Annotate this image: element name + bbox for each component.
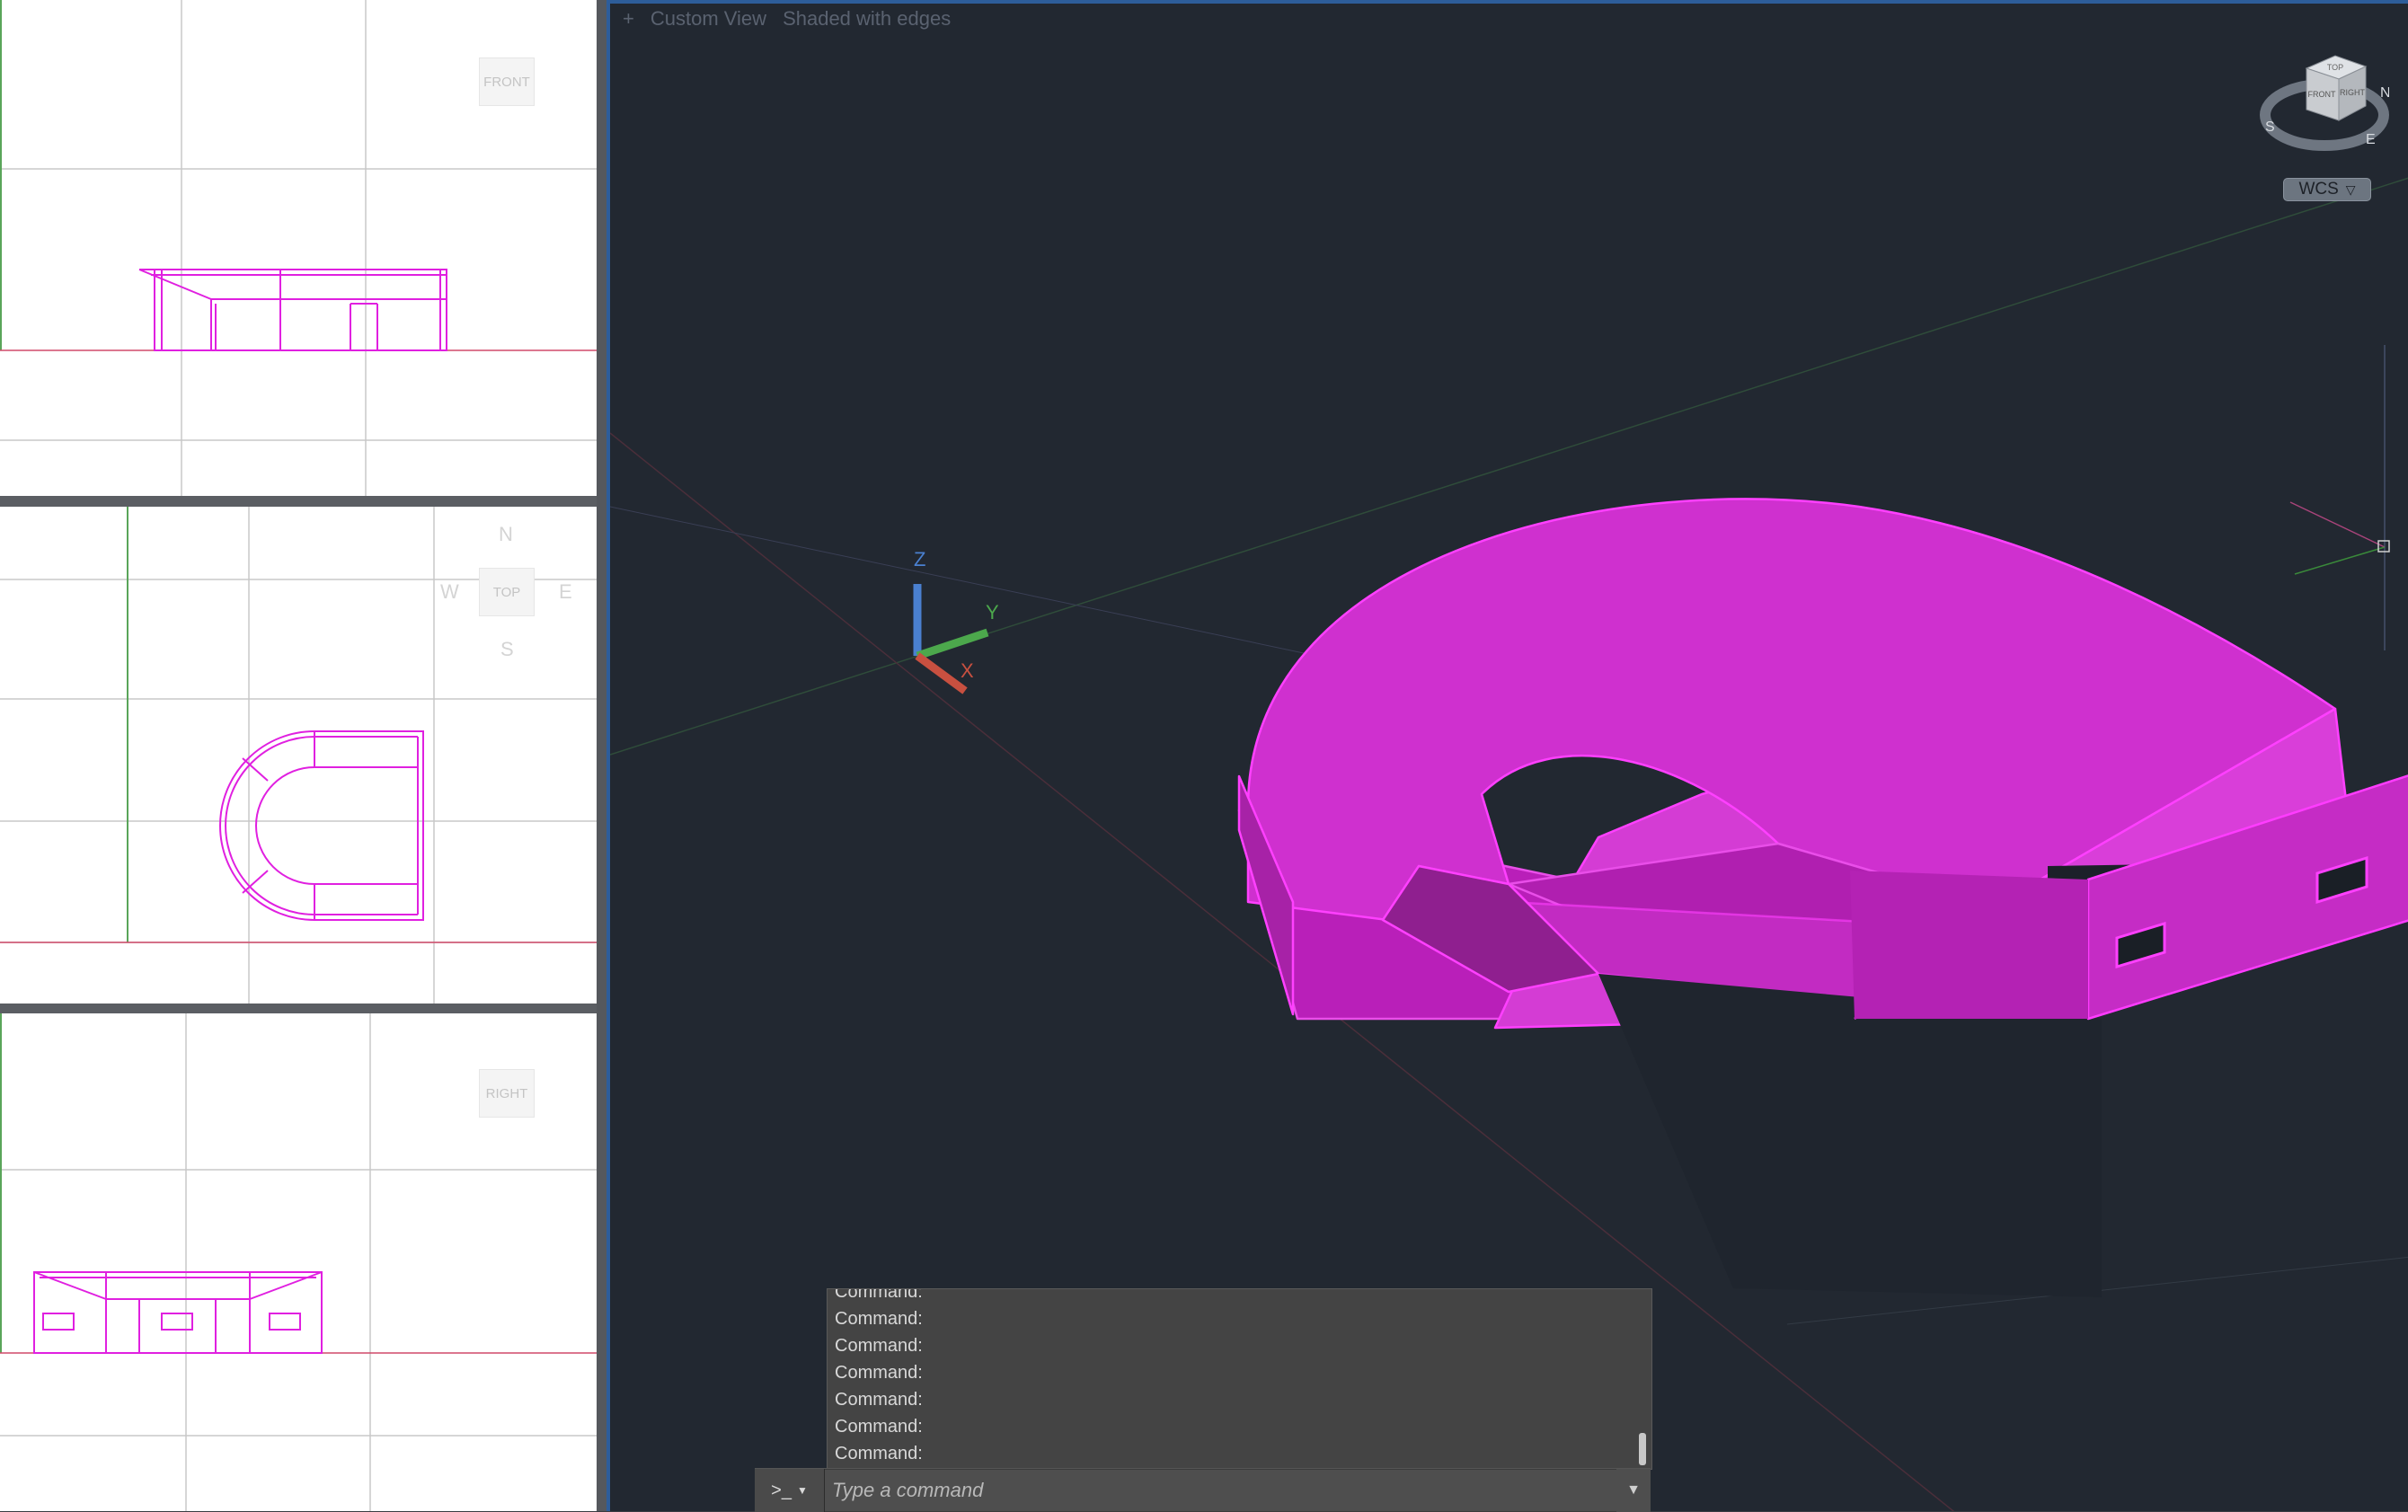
compass-south[interactable]: S	[500, 638, 514, 661]
recent-commands-button[interactable]: >_ ▼	[755, 1469, 825, 1512]
history-line: Command:	[835, 1336, 923, 1356]
prompt-icon: >_	[771, 1480, 792, 1500]
history-line: Command:	[835, 1309, 923, 1329]
axis-x-label: X	[961, 659, 974, 682]
viewcube-top[interactable]: TOP	[479, 568, 535, 616]
ucs-menu-button[interactable]: WCS ▽	[2283, 178, 2371, 201]
viewport-controls[interactable]: + Custom View Shaded with edges	[623, 7, 951, 31]
axis-z-label: Z	[914, 548, 926, 570]
compass-e: E	[2366, 132, 2376, 147]
history-line: Command:	[835, 1444, 923, 1463]
viewcube[interactable]: TOP FRONT RIGHT N E S	[2254, 38, 2389, 155]
history-line: Command:	[835, 1390, 923, 1410]
history-line: Command:	[835, 1417, 923, 1437]
command-dropdown-icon[interactable]: ▼	[1616, 1469, 1651, 1512]
viewport-menu-button[interactable]: +	[623, 7, 634, 31]
history-line: Command:	[835, 1363, 923, 1383]
command-history[interactable]: Command: Command: Command: Command: Comm…	[827, 1288, 1652, 1470]
viewport-splitter[interactable]	[0, 496, 606, 507]
compass-n: N	[2380, 85, 2389, 101]
right-viewport[interactable]: RIGHT	[0, 1013, 597, 1511]
main-viewport[interactable]: + Custom View Shaded with edges TOP FRON…	[606, 0, 2408, 1511]
top-viewport[interactable]: N W E S TOP	[0, 507, 597, 1004]
caret-down-icon: ▼	[796, 1484, 808, 1497]
compass-s: S	[2265, 119, 2275, 135]
model-scene	[610, 177, 2408, 1511]
viewcube-front[interactable]: FRONT	[479, 57, 535, 106]
history-line: Command:	[835, 1288, 923, 1302]
viewcube-face-front: FRONT	[2308, 90, 2336, 99]
compass-west[interactable]: W	[440, 580, 459, 604]
viewcube-label: FRONT	[483, 74, 530, 90]
visual-style-button[interactable]: Shaded with edges	[783, 7, 951, 31]
axis-y-label: Y	[986, 601, 999, 623]
command-line: >_ ▼ ▼	[755, 1468, 1651, 1512]
viewcube-label: RIGHT	[485, 1085, 528, 1101]
history-scrollbar[interactable]	[1639, 1433, 1646, 1465]
ucs-label: WCS	[2298, 180, 2339, 199]
view-preset-button[interactable]: Custom View	[651, 7, 766, 31]
front-viewport[interactable]: FRONT	[0, 0, 597, 496]
compass-north[interactable]: N	[499, 523, 513, 546]
viewcube-right[interactable]: RIGHT	[479, 1069, 535, 1118]
viewcube-face-top: TOP	[2327, 63, 2343, 72]
vertical-splitter[interactable]	[597, 0, 606, 1511]
command-input[interactable]	[825, 1470, 1616, 1511]
compass-east[interactable]: E	[559, 580, 572, 604]
chevron-down-icon: ▽	[2345, 182, 2356, 197]
viewcube-face-right: RIGHT	[2340, 88, 2366, 97]
viewcube-label: TOP	[492, 584, 521, 600]
